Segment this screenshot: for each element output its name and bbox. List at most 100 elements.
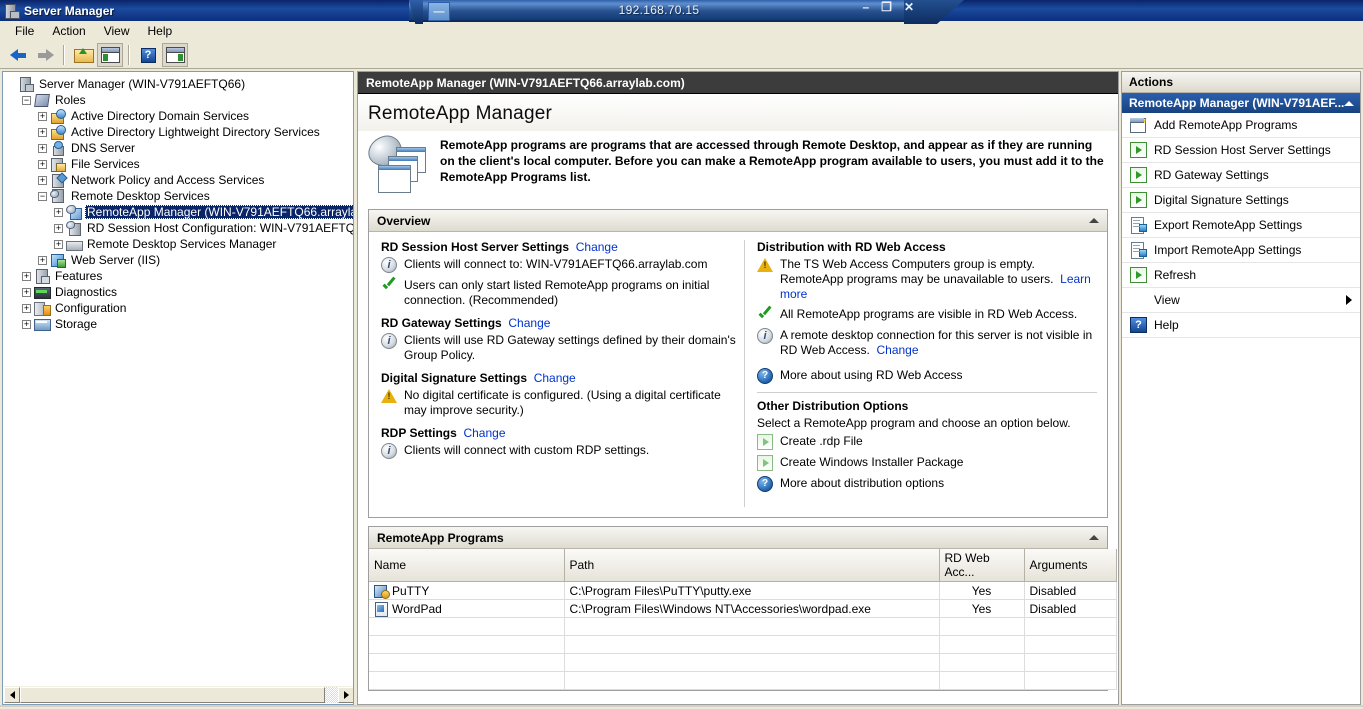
action-item-view[interactable]: View	[1122, 288, 1360, 313]
table-row[interactable]: PuTTY C:\Program Files\PuTTY\putty.exe Yes…	[369, 581, 1117, 600]
server-manager-icon	[5, 4, 20, 19]
scrollbar-thumb[interactable]	[20, 686, 326, 703]
scroll-right-button[interactable]	[338, 686, 353, 703]
expand-icon[interactable]: +	[22, 303, 31, 313]
expand-icon[interactable]: +	[38, 143, 47, 153]
tree-node-ad-domain-services[interactable]: + Active Directory Domain Services	[6, 108, 353, 124]
tree-horizontal-scrollbar[interactable]	[4, 686, 353, 703]
programs-section-header[interactable]: RemoteApp Programs	[369, 527, 1107, 549]
tree-node-features[interactable]: + Features	[6, 268, 353, 284]
action-item-rd-session-host-server-settings[interactable]: RD Session Host Server Settings	[1122, 138, 1360, 163]
table-row-empty[interactable]	[369, 617, 1117, 636]
rdp-pin-button[interactable]: —	[428, 2, 450, 21]
remoteapp-programs-table[interactable]: Name Path RD Web Acc... Arguments PuTTY C:\P…	[369, 549, 1117, 690]
tree-node-network-policy-access-services[interactable]: + Network Policy and Access Services	[6, 172, 353, 188]
expand-icon[interactable]: +	[38, 175, 47, 185]
tree-node-dns-server[interactable]: + DNS Server	[6, 140, 353, 156]
tree-node-web-server-iis[interactable]: + Web Server (IIS)	[6, 252, 353, 268]
tree-node-rd-session-host-configuration[interactable]: + RD Session Host Configuration: WIN-V791…	[6, 220, 353, 236]
tree-node-remote-desktop-services[interactable]: − Remote Desktop Services	[6, 188, 353, 204]
programs-collapse-icon[interactable]	[1089, 535, 1099, 540]
server-manager-window: Server Manager File Action View Help ? S…	[0, 0, 1363, 709]
overview-section-header[interactable]: Overview	[369, 210, 1107, 232]
expand-icon[interactable]: +	[22, 271, 31, 281]
rdp-restore-button[interactable]: ❐	[881, 1, 892, 13]
file-icon	[50, 157, 66, 172]
expand-icon[interactable]: +	[22, 319, 31, 329]
program-name: WordPad	[392, 601, 442, 616]
overview-collapse-icon[interactable]	[1089, 218, 1099, 223]
more-about-rd-web-access-link[interactable]: More about using RD Web Access	[780, 368, 963, 383]
table-row-empty[interactable]	[369, 635, 1117, 654]
more-about-distribution-options-link[interactable]: More about distribution options	[780, 476, 944, 491]
rdp-minimize-button[interactable]: –	[862, 1, 869, 13]
actions-collapse-icon[interactable]	[1344, 100, 1355, 106]
collapse-icon[interactable]: −	[38, 191, 47, 201]
cell-name: PuTTY	[369, 581, 565, 600]
back-button[interactable]	[5, 43, 31, 67]
action-item-refresh[interactable]: Refresh	[1122, 263, 1360, 288]
tree-node-ad-lightweight-directory-services[interactable]: + Active Directory Lightweight Directory …	[6, 124, 353, 140]
other-distribution-option[interactable]: Create .rdp File	[757, 434, 1097, 450]
action-item-help[interactable]: ? Help	[1122, 313, 1360, 338]
content-pane: RemoteApp Manager (WIN-V791AEFTQ66.array…	[357, 71, 1119, 705]
column-header-1[interactable]: Path	[564, 549, 940, 582]
menu-view[interactable]: View	[95, 22, 139, 40]
expand-icon[interactable]: +	[38, 159, 47, 169]
expand-icon[interactable]: +	[54, 207, 63, 217]
change-link[interactable]: Change	[576, 240, 618, 254]
console-tree-pane[interactable]: Server Manager (WIN-V791AEFTQ66) − Roles + A…	[2, 71, 354, 705]
expand-icon[interactable]: +	[38, 255, 47, 265]
table-row[interactable]: WordPad C:\Program Files\Windows NT\Acces…	[369, 599, 1117, 618]
scrollbar-track[interactable]	[20, 686, 338, 703]
distribution-row-link[interactable]: Change	[876, 343, 918, 357]
show-hide-action-pane-button[interactable]	[162, 43, 188, 67]
change-link[interactable]: Change	[534, 371, 576, 385]
program-name: PuTTY	[392, 583, 430, 598]
column-header-2[interactable]: RD Web Acc...	[939, 549, 1025, 582]
help-button[interactable]: ?	[135, 43, 161, 67]
action-item-export-remoteapp-settings[interactable]: Export RemoteApp Settings	[1122, 213, 1360, 238]
collapse-icon[interactable]: −	[22, 95, 31, 105]
actions-group-header[interactable]: RemoteApp Manager (WIN-V791AEF...	[1122, 93, 1360, 113]
column-header-3[interactable]: Arguments	[1024, 549, 1117, 582]
action-item-add-remoteapp-programs[interactable]: Add RemoteApp Programs	[1122, 113, 1360, 138]
tree-node-remoteapp-manager[interactable]: + RemoteApp Manager (WIN-V791AEFTQ66.arra…	[6, 204, 353, 220]
expand-icon[interactable]: +	[38, 127, 47, 137]
tree-node-label: Diagnostics	[55, 285, 118, 299]
change-link[interactable]: Change	[463, 426, 505, 440]
table-row-empty[interactable]	[369, 653, 1117, 672]
tree-node-roles[interactable]: − Roles	[6, 92, 353, 108]
up-one-level-button[interactable]	[70, 43, 96, 67]
tree-node-storage[interactable]: + Storage	[6, 316, 353, 332]
expand-icon[interactable]: +	[54, 239, 63, 249]
table-row-empty[interactable]	[369, 671, 1117, 690]
expand-icon[interactable]: +	[38, 111, 47, 121]
show-hide-console-tree-button[interactable]	[97, 43, 123, 67]
distribution-status-label: The TS Web Access Computers group is emp…	[780, 257, 1054, 286]
overview-group-title: RD Session Host Server Settings Change	[381, 240, 736, 254]
menu-help[interactable]: Help	[139, 22, 182, 40]
forward-button[interactable]	[32, 43, 58, 67]
expand-icon[interactable]: +	[54, 223, 63, 233]
action-item-digital-signature-settings[interactable]: Digital Signature Settings	[1122, 188, 1360, 213]
action-item-rd-gateway-settings[interactable]: RD Gateway Settings	[1122, 163, 1360, 188]
tree-node-server-manager[interactable]: Server Manager (WIN-V791AEFTQ66)	[6, 76, 353, 92]
column-header-0[interactable]: Name	[369, 549, 565, 582]
menu-file[interactable]: File	[6, 22, 43, 40]
expand-icon[interactable]: +	[22, 287, 31, 297]
scroll-left-button[interactable]	[4, 686, 20, 703]
rdp-close-button[interactable]: ✕	[904, 1, 914, 13]
change-link[interactable]: Change	[508, 316, 550, 330]
tree-node-configuration[interactable]: + Configuration	[6, 300, 353, 316]
tree-node-remote-desktop-services-manager[interactable]: + Remote Desktop Services Manager	[6, 236, 353, 252]
config-icon	[34, 301, 51, 316]
tree-node-diagnostics[interactable]: + Diagnostics	[6, 284, 353, 300]
menu-action[interactable]: Action	[43, 22, 94, 40]
overview-right-column: Distribution with RD Web Access The TS We…	[745, 240, 1107, 507]
iis-icon	[50, 253, 66, 268]
action-item-import-remoteapp-settings[interactable]: Import RemoteApp Settings	[1122, 238, 1360, 263]
tree-node-file-services[interactable]: + File Services	[6, 156, 353, 172]
other-distribution-option[interactable]: Create Windows Installer Package	[757, 455, 1097, 471]
cell-rd-web-access: Yes	[939, 581, 1025, 600]
